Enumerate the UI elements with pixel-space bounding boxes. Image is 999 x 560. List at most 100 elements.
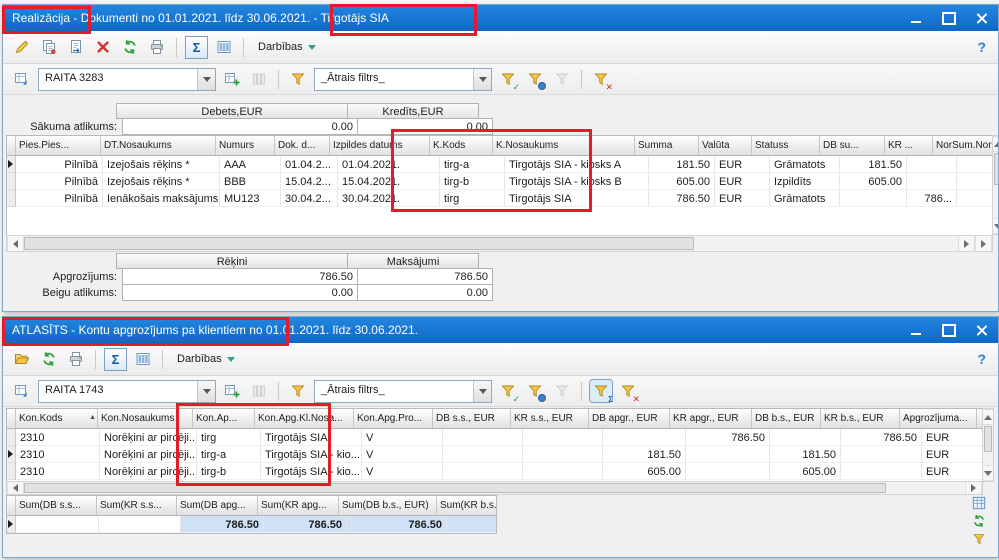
apply-filter-icon[interactable]: ✓ (497, 68, 519, 90)
column-header[interactable]: DB su... (820, 136, 885, 155)
cell[interactable]: tirg-b (440, 173, 505, 190)
column-header[interactable]: KR b.s., EUR (821, 409, 900, 428)
cell[interactable]: EUR (715, 173, 770, 190)
cell[interactable]: 181.50 (957, 156, 993, 173)
column-header[interactable]: DB b.s., EUR (752, 409, 821, 428)
table-row[interactable]: PilnībāIzejošais rēķins *BBB15.04.2...15… (7, 173, 992, 190)
vertical-scrollbar-thumb[interactable] (984, 426, 992, 452)
cell[interactable]: 30.04.2021. (338, 190, 440, 207)
quick-filter-dropdown-button[interactable] (473, 69, 491, 90)
scrollbar-track[interactable] (886, 482, 965, 494)
save-view-icon[interactable] (221, 68, 243, 90)
cell[interactable]: Tirgotājs SIA (261, 429, 362, 446)
table-row[interactable]: 2310Norēķini ar pircēji...tirgTirgotājs … (7, 429, 982, 446)
vertical-scrollbar[interactable] (992, 135, 998, 235)
table-row[interactable]: PilnībāIzejošais rēķins *AAA01.04.2...01… (7, 156, 992, 173)
refresh-icon[interactable] (969, 513, 989, 529)
cell[interactable]: 181.50 (770, 446, 841, 463)
cell[interactable]: Tirgotājs SIA - kio... (261, 463, 362, 480)
cell[interactable]: MU123 (220, 190, 281, 207)
cell[interactable]: Izpildīts (770, 173, 840, 190)
column-header[interactable]: Izpildes datums (330, 136, 430, 155)
scroll-down-button[interactable] (993, 218, 998, 234)
delete-icon[interactable] (92, 36, 114, 58)
sum-table-icon[interactable]: Σ (104, 348, 127, 371)
column-header[interactable]: K.Kods (430, 136, 493, 155)
scroll-down-button[interactable] (983, 465, 993, 481)
scroll-right-button[interactable] (965, 482, 982, 494)
cell[interactable]: Tirgotājs SIA - kiosks A (505, 156, 649, 173)
column-header[interactable]: Sum(DB apg... (177, 496, 258, 515)
cell[interactable]: tirg-b (197, 463, 261, 480)
filter-icon[interactable] (969, 531, 989, 547)
cell[interactable] (686, 446, 770, 463)
cell[interactable] (443, 446, 523, 463)
filter-settings-icon[interactable] (524, 68, 546, 90)
table-row[interactable]: 2310Norēķini ar pircēji...tirg-bTirgotāj… (7, 463, 982, 480)
edit-icon[interactable] (11, 36, 33, 58)
column-header[interactable]: KR ... (885, 136, 933, 155)
scroll-end-button[interactable] (975, 236, 992, 251)
cell[interactable]: 786.50 (686, 429, 770, 446)
horizontal-scrollbar[interactable] (6, 235, 993, 252)
actions-menu-button[interactable]: Darbības (252, 38, 322, 56)
cell[interactable] (523, 446, 603, 463)
minimize-button[interactable] (899, 5, 932, 31)
cell[interactable]: 30.04.2... (281, 190, 338, 207)
cell[interactable]: 0.00 (957, 190, 993, 207)
cell[interactable]: 786.50 (649, 190, 715, 207)
cell[interactable] (603, 429, 686, 446)
view-library-icon[interactable] (248, 380, 270, 402)
actions-menu-button[interactable]: Darbības (171, 350, 241, 368)
cell[interactable]: 2310 (16, 429, 100, 446)
cell[interactable]: Ienākošais maksājums (103, 190, 220, 207)
cell[interactable] (443, 429, 523, 446)
remove-filter-icon[interactable]: ✕ (590, 68, 612, 90)
column-header[interactable]: Statuss (752, 136, 820, 155)
cell[interactable]: Norēķini ar pircēji... (100, 429, 197, 446)
column-header[interactable]: Sum(DB s.s... (16, 496, 97, 515)
cell[interactable]: 786... (907, 190, 957, 207)
print-icon[interactable] (146, 36, 168, 58)
maximize-button[interactable] (932, 317, 965, 343)
column-header[interactable]: DB s.s., EUR (433, 409, 511, 428)
vertical-scrollbar[interactable] (982, 408, 994, 482)
cell[interactable]: tirg (440, 190, 505, 207)
cell[interactable]: 605.00 (770, 463, 841, 480)
post-document-icon[interactable] (65, 36, 87, 58)
cell[interactable]: V (362, 429, 443, 446)
cell[interactable]: 01.04.2... (281, 156, 338, 173)
cell[interactable]: Tirgotājs SIA - kio... (261, 446, 362, 463)
filter-settings-icon[interactable] (524, 380, 546, 402)
clear-filter-icon[interactable] (551, 68, 573, 90)
column-header[interactable]: KR s.s., EUR (511, 409, 589, 428)
refresh-icon[interactable] (119, 36, 141, 58)
column-header[interactable]: Sum(DB b.s., EUR) (339, 496, 437, 515)
table-row[interactable]: PilnībāIenākošais maksājumsMU12330.04.2.… (7, 190, 992, 207)
cell[interactable]: 605.00 (649, 173, 715, 190)
cell[interactable]: Grāmatots (770, 156, 840, 173)
filter-icon[interactable] (287, 68, 309, 90)
cell[interactable]: tirg-a (440, 156, 505, 173)
cell[interactable]: Pilnībā (16, 173, 103, 190)
cell[interactable]: 786.50 (841, 429, 922, 446)
cell[interactable]: 2310 (16, 446, 100, 463)
apply-filter-icon[interactable]: ✓ (497, 380, 519, 402)
view-select[interactable]: RAITA 1743 (38, 380, 216, 403)
cell[interactable]: 605.00 (957, 173, 993, 190)
cell[interactable]: Grāmatots (770, 190, 840, 207)
cell[interactable]: 181.50 (840, 156, 907, 173)
horizontal-scrollbar[interactable] (6, 481, 983, 495)
column-header[interactable]: K.Nosaukums (493, 136, 635, 155)
horizontal-scrollbar-thumb[interactable] (24, 483, 886, 493)
scrollbar-track[interactable] (694, 236, 958, 251)
cell[interactable]: BBB (220, 173, 281, 190)
column-header[interactable]: Summa (635, 136, 699, 155)
cell[interactable]: Norēķini ar pircēji... (100, 463, 197, 480)
save-view-icon[interactable] (221, 380, 243, 402)
cell[interactable] (770, 429, 841, 446)
filter-icon[interactable] (287, 380, 309, 402)
view-select-dropdown-button[interactable] (197, 69, 215, 90)
remove-filter-icon[interactable]: ✕ (617, 380, 639, 402)
filter-totals-icon[interactable]: Σ (590, 380, 612, 402)
